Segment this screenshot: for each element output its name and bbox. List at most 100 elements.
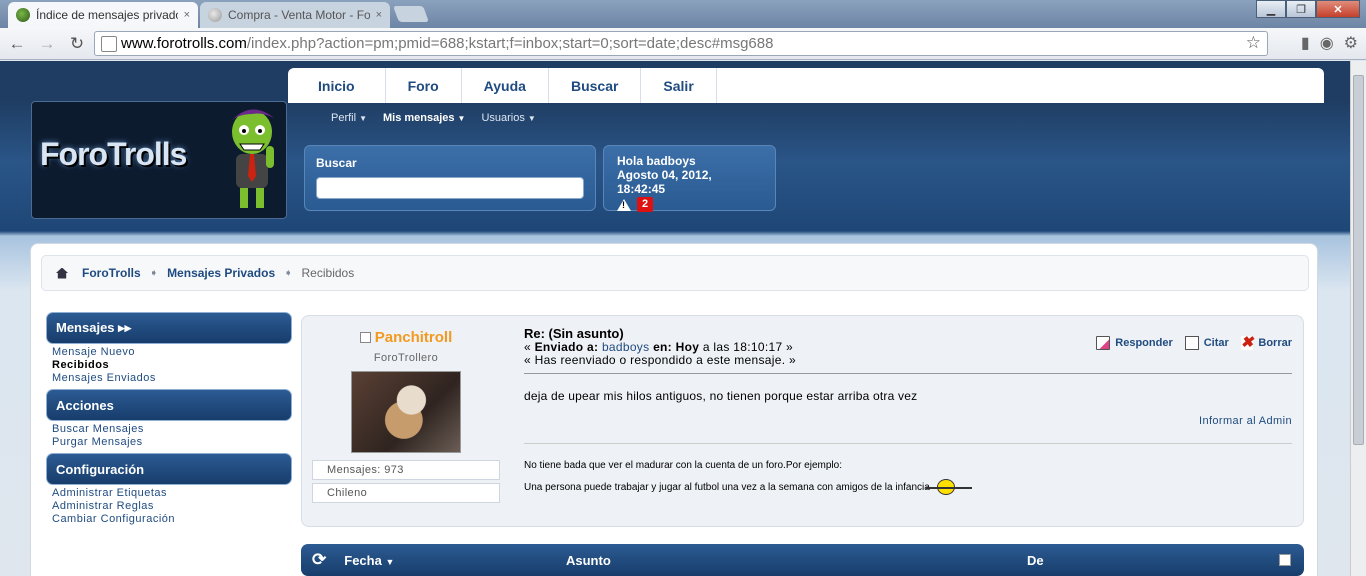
reply-note: « Has reenviado o respondido a este mens… — [524, 353, 796, 367]
quote-icon — [1184, 336, 1199, 350]
extension-icons: ▮ ◉ ⚙ — [1301, 33, 1358, 53]
reply-label: Responder — [1115, 337, 1173, 349]
edit-icon — [1096, 336, 1111, 350]
message-actions: Responder Citar ✖ Borrar — [1096, 335, 1292, 350]
tab-inactive[interactable]: Compra - Venta Motor - Fo × — [200, 2, 390, 28]
poster-avatar — [351, 371, 461, 453]
url-domain: www.forotrolls.com — [121, 35, 247, 52]
sidebar-section-mensajes[interactable]: Mensajes ▸▸ — [46, 312, 292, 344]
wrench-icon[interactable]: ⚙ — [1344, 33, 1358, 53]
maximize-button[interactable]: ❐ — [1286, 0, 1316, 18]
new-tab-button[interactable] — [393, 6, 429, 22]
breadcrumb-forotrolls[interactable]: ForoTrolls — [82, 266, 141, 280]
search-input[interactable] — [316, 177, 584, 199]
bookmark-star-icon[interactable]: ☆ — [1246, 33, 1261, 53]
sidebar-item-recibidos[interactable]: Recibidos — [52, 359, 292, 372]
sort-caret-icon: ▼ — [385, 556, 395, 567]
tab-active[interactable]: Índice de mensajes privado × — [8, 2, 198, 28]
signal-bars-icon[interactable]: ▮ — [1301, 33, 1310, 53]
back-arrow-icon[interactable]: ← — [4, 31, 30, 57]
scrollbar-thumb[interactable] — [1353, 75, 1364, 445]
poster-name-row: Panchitroll — [302, 329, 510, 346]
tab-close-icon[interactable]: × — [376, 9, 382, 21]
quote-label: Citar — [1203, 337, 1229, 349]
poster-info: Panchitroll ForoTrollero Mensajes: 973 C… — [302, 316, 510, 503]
alert-count-badge[interactable]: 2 — [637, 197, 654, 212]
quote-button[interactable]: Citar — [1184, 336, 1229, 350]
sidebar-section-configuracion[interactable]: Configuración — [46, 453, 292, 485]
sidebar-item-buscar-mensajes[interactable]: Buscar Mensajes — [52, 423, 292, 436]
site-logo[interactable]: ForoTrolls — [31, 101, 287, 219]
sidebar-item-purgar-mensajes[interactable]: Purgar Mensajes — [52, 436, 292, 449]
menu-salir[interactable]: Salir — [641, 68, 717, 103]
forotrolls-favicon-icon — [16, 8, 30, 22]
user-alerts[interactable]: 2 — [617, 197, 762, 212]
user-datetime: Agosto 04, 2012, 18:42:45 — [617, 168, 712, 196]
poster-name[interactable]: Panchitroll — [375, 329, 453, 346]
sent-label: Enviado a: — [534, 340, 599, 354]
submenu-mis-mensajes-label: Mis mensajes — [382, 112, 455, 124]
page-scrollbar[interactable] — [1350, 61, 1366, 576]
message-text: deja de upear mis hilos antiguos, no tie… — [524, 389, 918, 403]
forward-arrow-icon[interactable]: → — [34, 31, 60, 57]
delete-button[interactable]: ✖ Borrar — [1240, 335, 1292, 350]
divider — [524, 373, 1292, 374]
logo-text: ForoTrolls — [40, 136, 187, 172]
sidebar-item-administrar-reglas[interactable]: Administrar Reglas — [52, 500, 292, 513]
close-window-button[interactable]: ✕ — [1316, 0, 1360, 18]
page-favicon-icon — [208, 8, 222, 22]
submenu-mis-mensajes[interactable]: Mis mensajes ▼ — [383, 112, 465, 124]
recipient-link[interactable]: badboys — [602, 340, 649, 354]
column-fecha-label: Fecha — [344, 552, 382, 568]
sidebar-links-acciones: Buscar Mensajes Purgar Mensajes — [46, 421, 292, 453]
select-all-checkbox[interactable] — [1279, 554, 1291, 566]
main-menu: Inicio Foro Ayuda Buscar Salir — [288, 68, 1324, 103]
sub-menu: Perfil ▼ Mis mensajes ▼ Usuarios ▼ — [331, 112, 536, 124]
column-fecha[interactable]: Fecha ▼ — [344, 553, 394, 568]
column-de[interactable]: De — [1027, 553, 1044, 568]
breadcrumb-separator-icon: ➧ — [149, 267, 159, 279]
submenu-perfil-label: Perfil — [331, 112, 357, 124]
report-to-admin-link[interactable]: Informar al Admin — [524, 415, 1292, 427]
sent-day: Hoy — [675, 340, 700, 354]
submenu-usuarios-label: Usuarios — [481, 112, 525, 124]
submenu-perfil[interactable]: Perfil ▼ — [331, 112, 367, 124]
refresh-icon[interactable]: ⟳ — [312, 550, 326, 570]
sidebar-item-mensajes-enviados[interactable]: Mensajes Enviados — [52, 372, 292, 385]
sidebar-item-administrar-etiquetas[interactable]: Administrar Etiquetas — [52, 487, 292, 500]
column-asunto[interactable]: Asunto — [566, 553, 611, 568]
submenu-usuarios[interactable]: Usuarios ▼ — [481, 112, 535, 124]
sidebar-item-mensaje-nuevo[interactable]: Mensaje Nuevo — [52, 346, 292, 359]
user-greeting: Hola badboys — [617, 154, 696, 168]
reload-icon[interactable]: ↻ — [64, 31, 90, 57]
minimize-button[interactable]: ▁ — [1256, 0, 1286, 18]
sent-on-label: en: — [653, 340, 672, 354]
smiley-icon — [925, 479, 972, 496]
message-list-header: ⟳ Fecha ▼ Asunto De — [301, 544, 1304, 576]
tab-title: Compra - Venta Motor - Fo — [228, 8, 370, 22]
signature-line-text: Una persona puede trabajar y jugar al fu… — [524, 482, 930, 493]
sidebar-item-cambiar-configuracion[interactable]: Cambiar Configuración — [52, 513, 292, 526]
page-icon — [101, 35, 117, 52]
menu-foro[interactable]: Foro — [386, 68, 462, 103]
breadcrumb-mensajes-privados[interactable]: Mensajes Privados — [167, 266, 275, 280]
sidebar-section-acciones[interactable]: Acciones — [46, 389, 292, 421]
reply-button[interactable]: Responder — [1096, 336, 1173, 350]
tab-close-icon[interactable]: × — [184, 9, 190, 21]
signature-divider — [524, 443, 1292, 444]
menu-inicio[interactable]: Inicio — [288, 68, 386, 103]
caret-down-icon: ▼ — [457, 114, 466, 123]
home-icon[interactable] — [56, 267, 68, 279]
poster-message-count: Mensajes: 973 — [312, 460, 500, 480]
message-select-checkbox[interactable] — [359, 332, 371, 343]
poster-location: Chileno — [312, 483, 500, 503]
menu-ayuda[interactable]: Ayuda — [462, 68, 549, 103]
menu-buscar[interactable]: Buscar — [549, 68, 642, 103]
address-bar[interactable]: www.forotrolls.com /index.php?action=pm;… — [94, 31, 1268, 56]
caret-down-icon: ▼ — [359, 114, 367, 123]
search-panel: Buscar — [304, 145, 596, 211]
breadcrumb-recibidos[interactable]: Recibidos — [302, 266, 355, 280]
extension-eye-icon[interactable]: ◉ — [1320, 33, 1334, 53]
sidebar-links-mensajes: Mensaje Nuevo Recibidos Mensajes Enviado… — [46, 344, 292, 389]
troll-mascot-icon — [232, 109, 274, 208]
